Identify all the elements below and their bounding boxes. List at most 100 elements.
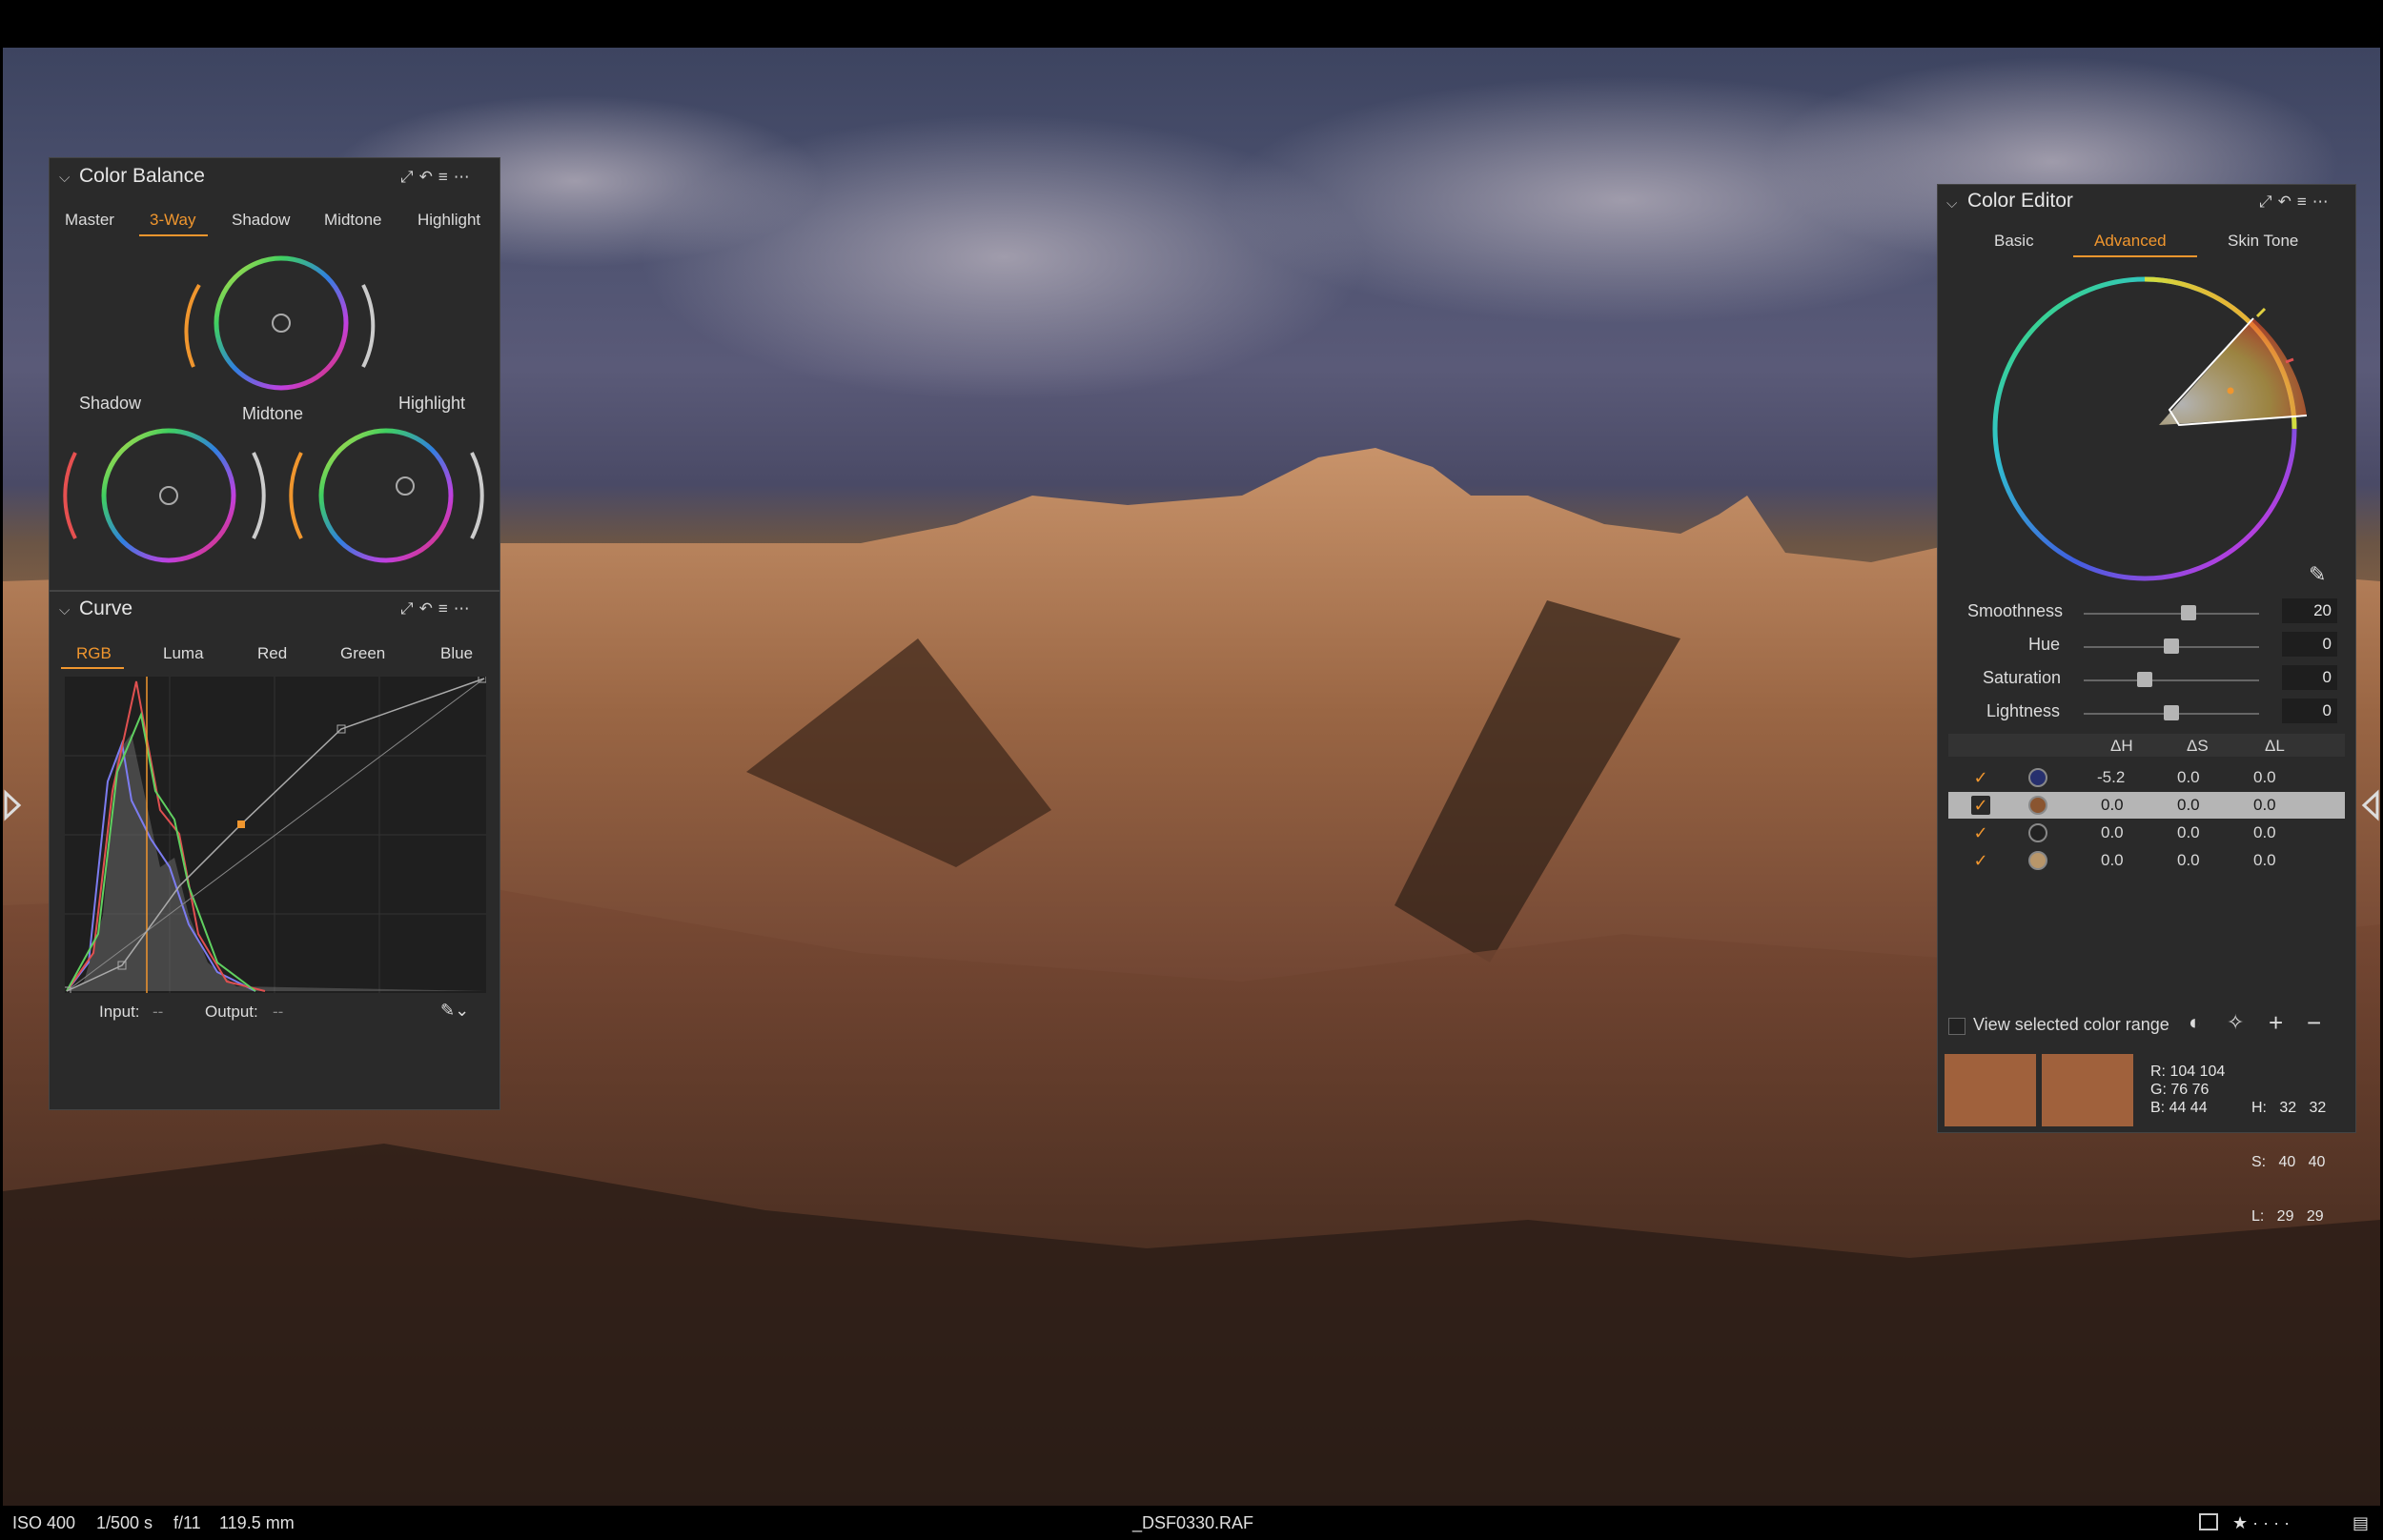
tab-blue[interactable]: Blue <box>440 644 473 663</box>
highlight-wheel[interactable] <box>289 428 484 563</box>
collapse-chevron-icon[interactable]: ⌵ <box>1946 195 1957 212</box>
row-checkbox[interactable]: ✓ <box>1971 823 1990 842</box>
hue-value[interactable]: 0 <box>2282 632 2337 657</box>
focal-length-value: 119.5 mm <box>219 1513 295 1532</box>
panel-tool-icons[interactable]: ⤢↶≡⋯ <box>400 168 476 187</box>
color-swatch <box>2028 851 2047 870</box>
view-range-checkbox[interactable] <box>1948 1018 1965 1035</box>
row-dh: -5.2 <box>2097 768 2126 786</box>
readout-r: R: 104 104 <box>2150 1064 2226 1080</box>
shutter-value: 1/500 s <box>96 1513 153 1532</box>
iso-value: ISO 400 <box>12 1513 76 1532</box>
color-editor-title: Color Editor <box>1967 190 2073 212</box>
color-range-row-selected[interactable]: ✓ 0.0 0.0 0.0 <box>1948 792 2345 819</box>
hue-range-wedge[interactable] <box>2159 318 2307 425</box>
row-ds: 0.0 <box>2177 768 2200 786</box>
tab-skin-tone[interactable]: Skin Tone <box>2228 232 2298 251</box>
shadow-wheel[interactable] <box>63 428 266 563</box>
row-dh: 0.0 <box>2101 796 2124 814</box>
delta-h-header: ΔH <box>2110 737 2133 755</box>
tab-advanced[interactable]: Advanced <box>2094 232 2167 251</box>
star-rating-icon[interactable]: ★ · · · · <box>2232 1513 2290 1533</box>
row-dh: 0.0 <box>2101 823 2124 841</box>
row-ds: 0.0 <box>2177 823 2200 841</box>
readout-s: S: 40 40 <box>2251 1154 2326 1170</box>
row-dl: 0.0 <box>2253 851 2276 869</box>
after-color-swatch <box>2042 1054 2133 1126</box>
saturation-slider-knob[interactable] <box>2137 672 2153 687</box>
panel-tool-icons[interactable]: ⤢↶≡⋯ <box>2259 192 2334 212</box>
saturation-value[interactable]: 0 <box>2282 665 2337 690</box>
tab-master[interactable]: Master <box>65 211 114 230</box>
aperture-value: f/11 <box>173 1513 201 1532</box>
active-tab-underline <box>139 234 208 236</box>
color-range-row[interactable]: ✓ -5.2 0.0 0.0 <box>1948 764 2345 791</box>
view-range-label: View selected color range <box>1973 1015 2169 1034</box>
smoothness-value[interactable]: 20 <box>2282 598 2337 623</box>
smoothness-slider[interactable] <box>2084 613 2259 615</box>
rgb-readout: R: 104 104 G: 76 76 B: 44 44 <box>2150 1063 2225 1117</box>
curve-point-selected[interactable] <box>237 821 245 828</box>
hsl-readout: H: 32 32 S: 40 40 L: 29 29 <box>2251 1063 2326 1244</box>
add-color-range-icon[interactable]: + <box>2269 1008 2283 1038</box>
tab-midtone[interactable]: Midtone <box>324 211 381 230</box>
curve-output-value: -- <box>273 1003 284 1021</box>
hue-range-center-dot[interactable] <box>2227 387 2234 395</box>
color-swatch <box>2028 796 2047 815</box>
row-dl: 0.0 <box>2253 823 2276 841</box>
color-swatch <box>2028 823 2047 842</box>
color-picker-icon[interactable]: ✎ <box>2309 562 2326 587</box>
lightness-value[interactable]: 0 <box>2282 699 2337 723</box>
lightness-label: Lightness <box>1986 701 2061 720</box>
row-checkbox[interactable]: ✓ <box>1971 851 1990 870</box>
smoothness-slider-knob[interactable] <box>2181 605 2197 620</box>
before-color-swatch <box>1945 1054 2036 1126</box>
active-tab-underline <box>61 667 124 669</box>
left-panel-toggle-icon[interactable] <box>2 781 25 829</box>
sampler-picker-icon[interactable]: ✧ <box>2227 1010 2244 1035</box>
lightness-slider-knob[interactable] <box>2164 705 2179 720</box>
tab-3-way[interactable]: 3-Way <box>150 211 196 230</box>
tab-shadow[interactable]: Shadow <box>232 211 290 230</box>
filename: _DSF0330.RAF <box>1132 1513 1254 1532</box>
tab-red[interactable]: Red <box>257 644 287 663</box>
readout-h: H: 32 32 <box>2251 1100 2327 1116</box>
collapse-chevron-icon[interactable]: ⌵ <box>59 602 70 618</box>
color-swatch <box>2028 768 2047 787</box>
row-checkbox[interactable]: ✓ <box>1971 768 1990 787</box>
row-checkbox[interactable]: ✓ <box>1971 796 1990 815</box>
right-panel-toggle-icon[interactable] <box>2358 781 2381 829</box>
readout-b: B: 44 44 <box>2150 1100 2208 1116</box>
color-range-row[interactable]: ✓ 0.0 0.0 0.0 <box>1948 847 2345 874</box>
curve-graph[interactable] <box>65 677 486 993</box>
curve-input-value: -- <box>153 1003 164 1021</box>
grid-view-icon[interactable]: ▤ <box>2352 1513 2369 1533</box>
curve-title: Curve <box>79 598 133 619</box>
row-ds: 0.0 <box>2177 796 2200 814</box>
hue-wheel[interactable] <box>1983 267 2307 591</box>
saturation-slider[interactable] <box>2084 679 2259 681</box>
readout-l: L: 29 29 <box>2251 1208 2324 1225</box>
tab-luma[interactable]: Luma <box>163 644 204 663</box>
row-dl: 0.0 <box>2253 796 2276 814</box>
panel-tool-icons[interactable]: ⤢↶≡⋯ <box>400 599 476 618</box>
color-mask-icon[interactable]: ◐ <box>2189 1010 2201 1035</box>
highlight-label: Highlight <box>398 394 466 413</box>
midtone-wheel[interactable] <box>184 255 376 391</box>
hue-label: Hue <box>2028 635 2061 654</box>
tab-green[interactable]: Green <box>340 644 385 663</box>
tab-rgb[interactable]: RGB <box>76 644 112 663</box>
tab-highlight[interactable]: Highlight <box>418 211 480 230</box>
hue-slider-knob[interactable] <box>2164 638 2179 654</box>
color-range-row[interactable]: ✓ 0.0 0.0 0.0 <box>1948 820 2345 846</box>
saturation-label: Saturation <box>1983 668 2062 687</box>
shadow-label: Shadow <box>79 394 142 413</box>
color-tag-icon[interactable] <box>2199 1513 2218 1530</box>
curve-picker-icon[interactable]: ✎⌄ <box>440 1001 469 1021</box>
remove-color-range-icon[interactable]: − <box>2307 1008 2321 1038</box>
collapse-chevron-icon[interactable]: ⌵ <box>59 170 70 186</box>
top-bar <box>0 0 2383 48</box>
row-dl: 0.0 <box>2253 768 2276 786</box>
delta-l-header: ΔL <box>2265 737 2285 755</box>
tab-basic[interactable]: Basic <box>1994 232 2034 251</box>
